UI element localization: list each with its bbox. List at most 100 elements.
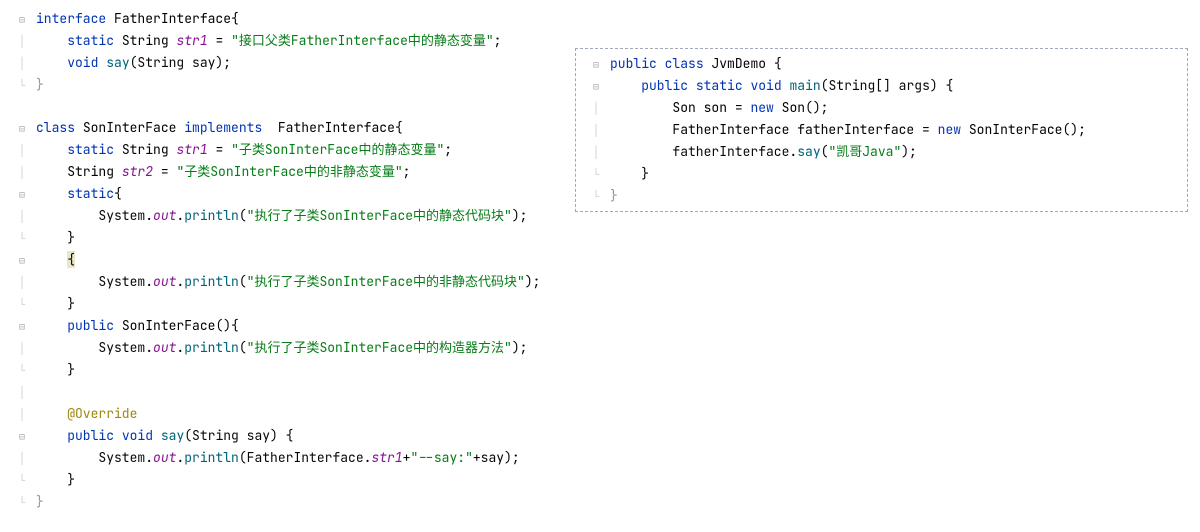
gutter: │ [8, 271, 36, 293]
keyword: void [122, 427, 153, 444]
fold-corner-icon: └ [16, 360, 28, 381]
fold-collapse-icon[interactable]: ⊟ [16, 426, 28, 447]
method: say [161, 427, 184, 444]
fold-line-icon: │ [590, 120, 602, 141]
obj: System. [98, 449, 153, 466]
code-line: └} [8, 74, 540, 96]
keyword: void [750, 77, 781, 94]
left-code-pane: ⊟ interface FatherInterface { │ static Str… [0, 8, 540, 513]
params: (String say); [130, 54, 231, 71]
constructor: SonInterFace [969, 121, 1063, 138]
gutter: │ [8, 30, 36, 52]
static-field: out [153, 339, 176, 356]
brace: } [67, 471, 75, 488]
gutter: │ [582, 119, 610, 141]
fold-collapse-icon[interactable]: ⊟ [590, 54, 602, 75]
keyword: void [67, 54, 98, 71]
punct: ; [444, 141, 452, 158]
code-line: └ } [8, 469, 540, 491]
eq: = [727, 99, 750, 116]
gutter: └ [582, 185, 610, 207]
gutter: │ [8, 403, 36, 425]
field: str1 [176, 32, 207, 49]
fold-collapse-icon[interactable]: ⊟ [590, 76, 602, 97]
code-line: │ System.out.println(FatherInterface.str… [8, 447, 540, 469]
gutter: └ [582, 163, 610, 185]
paren: ( [239, 339, 247, 356]
method: println [184, 207, 239, 224]
code-line: ⊟public class JvmDemo { [582, 53, 1181, 75]
code-line: ⊟class SonInterFace implements FatherInt… [8, 117, 540, 139]
keyword: class [36, 119, 75, 136]
code-line: │ System.out.println("执行了子类SonInterFace中… [8, 205, 540, 227]
brace: { [766, 55, 782, 72]
gutter: ⊟ [8, 117, 36, 139]
fold-line-icon: │ [16, 272, 28, 293]
fold-collapse-icon[interactable]: ⊟ [16, 316, 28, 337]
code-line: └} [582, 185, 1181, 207]
type: String [122, 32, 169, 49]
type-name: FatherInterface [278, 119, 395, 136]
fold-line-icon: │ [16, 382, 28, 403]
fold-collapse-icon[interactable]: ⊟ [16, 118, 28, 139]
constructor: SonInterFace [122, 317, 216, 334]
code-line: ⊟interface FatherInterface{ [8, 8, 540, 30]
gutter: ⊟ [8, 315, 36, 337]
paren: (FatherInterface. [239, 449, 372, 466]
fold-corner-icon: └ [16, 294, 28, 315]
close: ); [512, 207, 528, 224]
gutter: └ [8, 469, 36, 491]
eq: = [914, 121, 937, 138]
code-line: │ System.out.println("执行了子类SonInterFace中… [8, 271, 540, 293]
brace: } [36, 493, 44, 510]
params: (String[] args) { [821, 77, 954, 94]
method: println [184, 273, 239, 290]
fold-line-icon: │ [16, 53, 28, 74]
brace: } [610, 187, 618, 204]
fold-corner-icon: └ [16, 492, 28, 513]
gutter: ⊟ [8, 183, 36, 205]
keyword: interface [36, 10, 106, 27]
fold-collapse-icon[interactable]: ⊟ [16, 9, 28, 30]
keyword: static [67, 185, 114, 202]
code-line: └ } [8, 227, 540, 249]
obj: System. [98, 273, 153, 290]
code-line: │ void say(String say); [8, 52, 540, 74]
gutter: └ [8, 359, 36, 381]
static-field: out [153, 449, 176, 466]
string-literal: "执行了子类SonInterFace中的静态代码块" [247, 207, 512, 224]
punct: = [208, 32, 231, 49]
fold-line-icon: │ [16, 448, 28, 469]
code-line: │ String str2 = "子类SonInterFace中的非静态变量"; [8, 161, 540, 183]
paren: (); [1062, 121, 1085, 138]
fold-corner-icon: └ [16, 228, 28, 249]
gutter: └ [8, 227, 36, 249]
code-line: │ fatherInterface.say("凯哥Java"); [582, 141, 1181, 163]
fold-line-icon: │ [16, 140, 28, 161]
fold-collapse-icon[interactable]: ⊟ [16, 184, 28, 205]
type: FatherInterface [672, 121, 789, 138]
type: String [67, 163, 114, 180]
punct: ; [494, 32, 502, 49]
fold-collapse-icon[interactable]: ⊟ [16, 250, 28, 271]
paren: (){ [215, 317, 238, 334]
string-literal: "--say:" [410, 449, 472, 466]
brace: } [67, 295, 75, 312]
code-line: │ [8, 381, 540, 403]
type: String [122, 141, 169, 158]
code-line: └ } [8, 293, 540, 315]
keyword: public [67, 317, 114, 334]
fold-corner-icon: └ [16, 75, 28, 96]
gutter: └ [8, 491, 36, 513]
gutter: ⊟ [582, 53, 610, 75]
brace: } [67, 361, 75, 378]
close: ); [901, 143, 917, 160]
method: say [797, 143, 820, 160]
close: ); [525, 273, 541, 290]
brace: { [114, 185, 122, 202]
static-field: out [153, 207, 176, 224]
close: ); [512, 339, 528, 356]
params: (String say) { [184, 427, 293, 444]
gutter: │ [8, 52, 36, 74]
field: str1 [176, 141, 207, 158]
